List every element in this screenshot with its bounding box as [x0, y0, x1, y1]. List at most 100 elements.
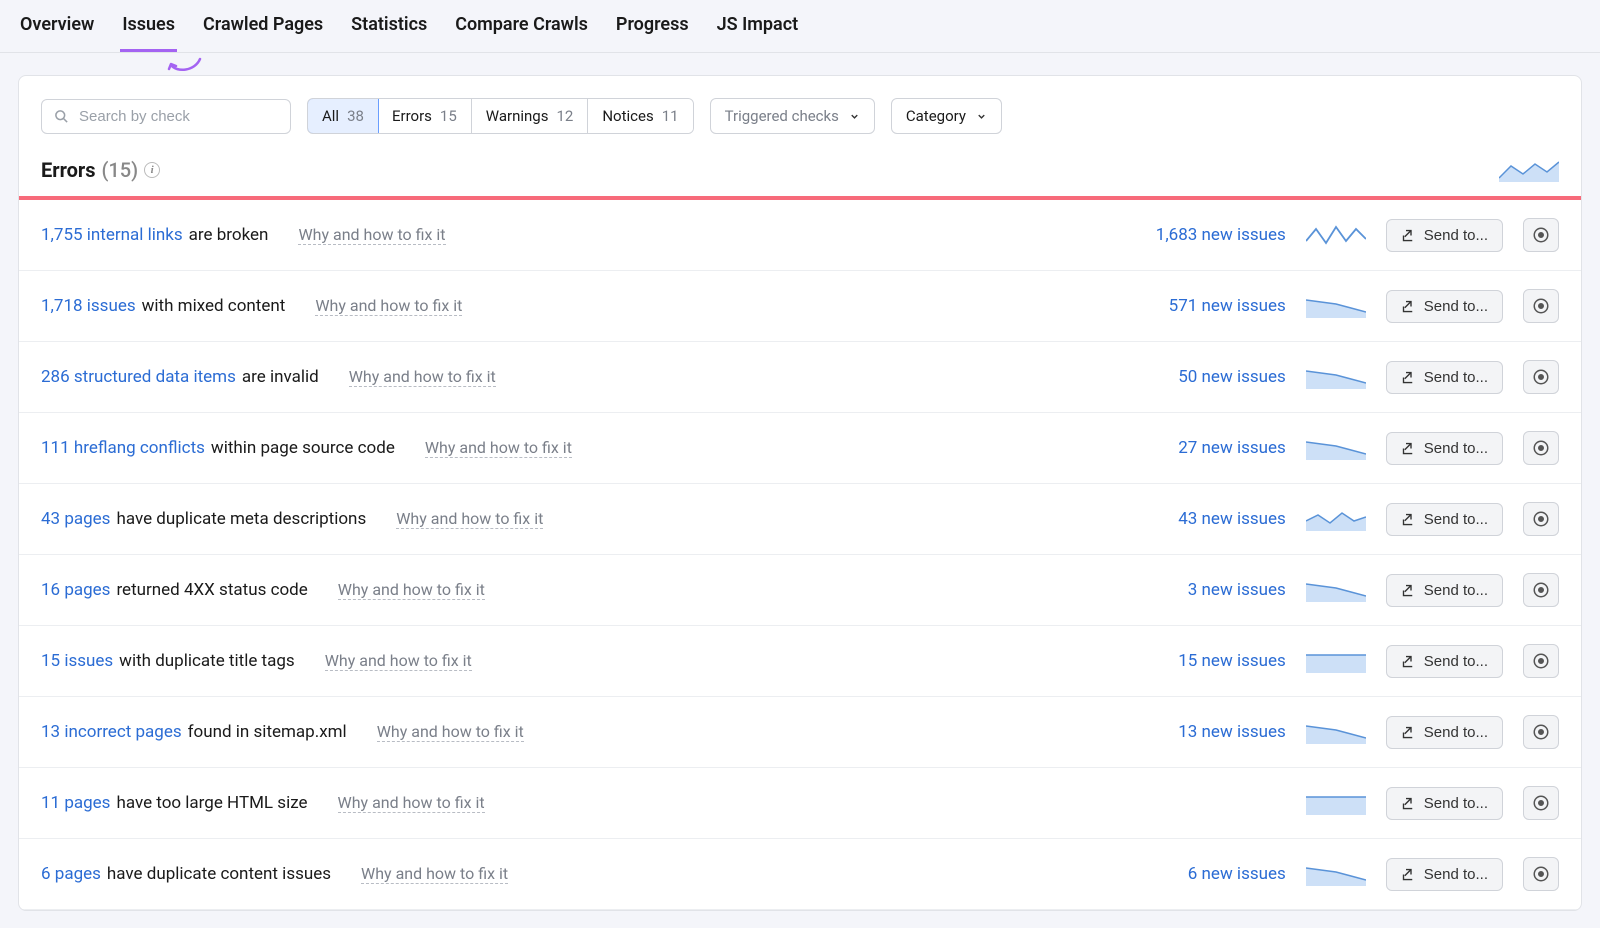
new-issues-link[interactable]: 27 new issues — [1126, 438, 1286, 458]
category-dropdown[interactable]: Category — [891, 98, 1002, 134]
issue-description: 6 pages have duplicate content issues Why… — [41, 864, 1106, 884]
new-issues-link[interactable]: 15 new issues — [1126, 651, 1286, 671]
eye-icon — [1532, 368, 1550, 386]
new-issues-link[interactable]: 50 new issues — [1126, 367, 1286, 387]
why-how-link[interactable]: Why and how to fix it — [361, 864, 508, 884]
issue-row: 13 incorrect pages found in sitemap.xmlW… — [19, 697, 1581, 768]
eye-icon — [1532, 581, 1550, 599]
send-icon — [1401, 370, 1416, 385]
eye-icon — [1532, 510, 1550, 528]
issue-link[interactable]: 111 hreflang conflicts — [41, 438, 205, 458]
section-sparkline — [1499, 158, 1559, 182]
issues-panel: All38 Errors15 Warnings12 Notices11 Trig… — [18, 75, 1582, 911]
send-to-button[interactable]: Send to... — [1386, 716, 1503, 749]
new-issues-link[interactable]: 13 new issues — [1126, 722, 1286, 742]
new-issues-link[interactable]: 3 new issues — [1126, 580, 1286, 600]
search-input[interactable] — [79, 108, 278, 125]
issue-sparkline — [1306, 223, 1366, 247]
eye-icon — [1532, 652, 1550, 670]
tab-issues[interactable]: Issues — [120, 14, 177, 52]
new-issues-link[interactable]: 6 new issues — [1126, 864, 1286, 884]
why-how-link[interactable]: Why and how to fix it — [425, 438, 572, 458]
send-icon — [1401, 299, 1416, 314]
eye-icon — [1532, 865, 1550, 883]
info-icon[interactable]: i — [144, 162, 160, 178]
tab-statistics[interactable]: Statistics — [349, 14, 429, 52]
visibility-button[interactable] — [1523, 715, 1559, 749]
issue-link[interactable]: 43 pages — [41, 509, 110, 529]
filter-all[interactable]: All38 — [307, 98, 379, 134]
send-to-button[interactable]: Send to... — [1386, 787, 1503, 820]
new-issues-link[interactable]: 571 new issues — [1126, 296, 1286, 316]
send-to-button[interactable]: Send to... — [1386, 503, 1503, 536]
issue-row: 11 pages have too large HTML size Why and… — [19, 768, 1581, 839]
filter-warnings[interactable]: Warnings12 — [472, 99, 589, 133]
issue-link[interactable]: 16 pages — [41, 580, 110, 600]
issue-row: 1,755 internal links are brokenWhy and h… — [19, 200, 1581, 271]
send-to-button[interactable]: Send to... — [1386, 361, 1503, 394]
nav-tabs: Overview Issues Crawled Pages Statistics… — [0, 0, 1600, 53]
filter-errors[interactable]: Errors15 — [378, 99, 472, 133]
search-input-wrapper[interactable] — [41, 99, 291, 134]
new-issues-link[interactable]: 1,683 new issues — [1126, 225, 1286, 245]
issue-link[interactable]: 11 pages — [41, 793, 110, 813]
send-to-button[interactable]: Send to... — [1386, 219, 1503, 252]
send-icon — [1401, 583, 1416, 598]
send-icon — [1401, 512, 1416, 527]
send-icon — [1401, 867, 1416, 882]
why-how-link[interactable]: Why and how to fix it — [396, 509, 543, 529]
tab-compare-crawls[interactable]: Compare Crawls — [453, 14, 590, 52]
tab-js-impact[interactable]: JS Impact — [715, 14, 801, 52]
issue-row: 43 pages have duplicate meta description… — [19, 484, 1581, 555]
issue-description: 43 pages have duplicate meta description… — [41, 509, 1106, 529]
why-how-link[interactable]: Why and how to fix it — [349, 367, 496, 387]
triggered-checks-dropdown[interactable]: Triggered checks — [710, 98, 875, 134]
issue-link[interactable]: 13 incorrect pages — [41, 722, 182, 742]
issue-row: 15 issues with duplicate title tagsWhy a… — [19, 626, 1581, 697]
issue-link[interactable]: 286 structured data items — [41, 367, 236, 387]
issue-description: 286 structured data items are invalidWhy… — [41, 367, 1106, 387]
issue-text: have duplicate content issues — [107, 864, 331, 884]
chevron-down-icon — [849, 111, 860, 122]
why-how-link[interactable]: Why and how to fix it — [315, 296, 462, 316]
visibility-button[interactable] — [1523, 644, 1559, 678]
why-how-link[interactable]: Why and how to fix it — [338, 793, 485, 813]
visibility-button[interactable] — [1523, 218, 1559, 252]
issue-link[interactable]: 15 issues — [41, 651, 113, 671]
issue-link[interactable]: 6 pages — [41, 864, 101, 884]
issue-row: 111 hreflang conflicts within page sourc… — [19, 413, 1581, 484]
send-to-button[interactable]: Send to... — [1386, 574, 1503, 607]
eye-icon — [1532, 226, 1550, 244]
why-how-link[interactable]: Why and how to fix it — [325, 651, 472, 671]
tab-overview[interactable]: Overview — [18, 14, 96, 52]
issue-link[interactable]: 1,755 internal links — [41, 225, 183, 245]
filter-segment: All38 Errors15 Warnings12 Notices11 — [307, 98, 694, 134]
new-issues-link[interactable]: 43 new issues — [1126, 509, 1286, 529]
why-how-link[interactable]: Why and how to fix it — [377, 722, 524, 742]
visibility-button[interactable] — [1523, 431, 1559, 465]
visibility-button[interactable] — [1523, 573, 1559, 607]
issue-description: 111 hreflang conflicts within page sourc… — [41, 438, 1106, 458]
send-to-button[interactable]: Send to... — [1386, 290, 1503, 323]
filter-notices[interactable]: Notices11 — [588, 99, 692, 133]
annotation-arrow-icon — [165, 55, 205, 75]
send-to-button[interactable]: Send to... — [1386, 432, 1503, 465]
tab-crawled-pages[interactable]: Crawled Pages — [201, 14, 325, 52]
send-to-button[interactable]: Send to... — [1386, 858, 1503, 891]
issue-link[interactable]: 1,718 issues — [41, 296, 136, 316]
issue-text: have too large HTML size — [116, 793, 307, 813]
send-to-button[interactable]: Send to... — [1386, 645, 1503, 678]
issue-text: with mixed content — [142, 296, 286, 316]
visibility-button[interactable] — [1523, 857, 1559, 891]
visibility-button[interactable] — [1523, 502, 1559, 536]
why-how-link[interactable]: Why and how to fix it — [298, 225, 445, 245]
issue-description: 15 issues with duplicate title tagsWhy a… — [41, 651, 1106, 671]
issue-sparkline — [1306, 791, 1366, 815]
issue-sparkline — [1306, 649, 1366, 673]
why-how-link[interactable]: Why and how to fix it — [338, 580, 485, 600]
visibility-button[interactable] — [1523, 360, 1559, 394]
visibility-button[interactable] — [1523, 786, 1559, 820]
send-icon — [1401, 796, 1416, 811]
tab-progress[interactable]: Progress — [614, 14, 691, 52]
visibility-button[interactable] — [1523, 289, 1559, 323]
